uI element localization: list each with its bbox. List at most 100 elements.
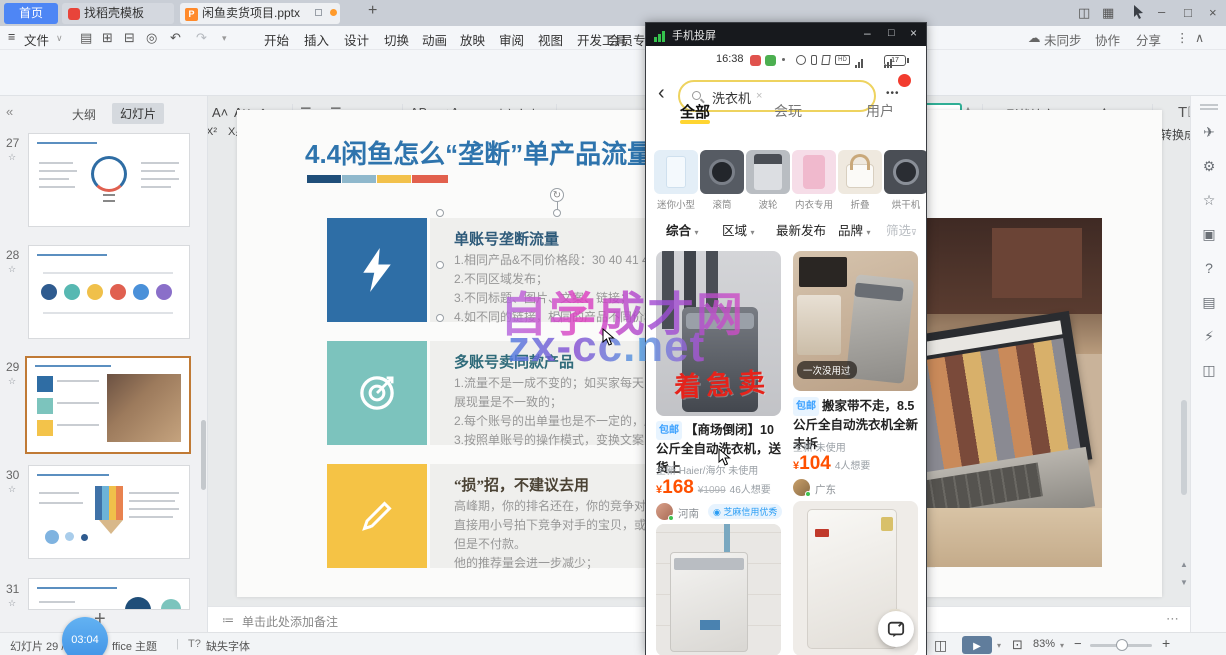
menu-view[interactable]: 视图 [538, 30, 563, 49]
increase-font-icon[interactable]: A˄ [212, 105, 228, 120]
collapse-ribbon-icon[interactable]: ∧ [1195, 30, 1204, 45]
seller-1-avatar[interactable] [656, 503, 673, 520]
more-commands-icon[interactable]: ▾ [222, 33, 227, 44]
notes-placeholder[interactable]: 单击此处添加备注 [242, 613, 338, 630]
chat-fab[interactable] [878, 611, 914, 647]
rail-handle[interactable] [1200, 104, 1218, 106]
phone-minimize-icon[interactable]: – [864, 26, 871, 40]
hamburger-icon[interactable]: ≡ [8, 30, 15, 44]
section3-icon-square[interactable] [327, 464, 427, 568]
sync-status[interactable]: 未同步 [1044, 30, 1082, 49]
next-slide-icon[interactable]: ▼ [1180, 578, 1188, 587]
window-restore-icon[interactable]: □ [1184, 5, 1192, 20]
slide-thumbnail-27[interactable] [28, 133, 190, 227]
notes-more-icon[interactable]: ⋯ [1166, 611, 1179, 627]
product-card-2[interactable]: 一次没用过 包邮搬家带不走，8.5公斤全自动洗衣机全新未拆 全新 未使用 ¥10… [793, 251, 918, 655]
redo-icon[interactable]: ↷ [196, 30, 207, 46]
category-drum[interactable]: 滚筒 [700, 150, 744, 211]
new-tab-button[interactable]: + [368, 2, 377, 20]
share-button[interactable]: 分享 [1136, 30, 1161, 49]
missing-font-warning[interactable]: 缺失字体 [206, 638, 250, 654]
tab-slides[interactable]: 幻灯片 [112, 103, 164, 124]
result-tab-fun[interactable]: 会玩 [774, 101, 802, 121]
category-pulsator[interactable]: 波轮 [746, 150, 790, 211]
category-folding[interactable]: 折叠 [838, 150, 882, 211]
grid-view-icon[interactable]: ▦ [1102, 5, 1114, 21]
filter-region[interactable]: 区域 ▾ [722, 220, 755, 239]
result-tab-users[interactable]: 用户 [866, 101, 894, 121]
slide-thumbnail-31[interactable] [28, 578, 190, 610]
fullscreen-icon[interactable]: ⊡ [1012, 637, 1023, 653]
more-options-icon[interactable]: ••• [886, 88, 900, 99]
selection-handle[interactable] [436, 209, 444, 217]
collab-button[interactable]: 协作 [1095, 30, 1120, 49]
tab-outline[interactable]: 大纲 [72, 106, 96, 123]
zoom-options-icon[interactable]: ▾ [1060, 641, 1064, 650]
home-tab[interactable]: 首页 [4, 3, 58, 24]
category-dryer[interactable]: 烘干机 [884, 150, 926, 211]
tab-close-icon[interactable] [315, 9, 322, 16]
zoom-in-icon[interactable]: + [1162, 635, 1170, 651]
effects-tool-icon[interactable]: ☆ [1191, 192, 1226, 209]
menu-start[interactable]: 开始 [264, 30, 289, 49]
zoom-level[interactable]: 83% [1033, 638, 1055, 650]
image-tool-icon[interactable]: ▤ [1191, 294, 1226, 311]
slide-title[interactable]: 4.4闲鱼怎么“垄断”单产品流量 [305, 134, 653, 171]
export-icon[interactable]: ⊞ [102, 30, 113, 46]
save-icon[interactable]: ▤ [80, 30, 92, 46]
split-view-icon[interactable]: ◫ [1078, 5, 1090, 21]
play-options-icon[interactable]: ▾ [997, 641, 1001, 650]
panel-scrollbar[interactable] [201, 420, 206, 490]
tab-docer[interactable]: 找稻壳模板 [62, 3, 174, 24]
slide-thumbnail-28[interactable] [28, 245, 190, 339]
section1-icon-square[interactable] [327, 218, 427, 322]
menu-animation[interactable]: 动画 [422, 30, 447, 49]
recording-timer-bubble[interactable]: 03:04 [62, 617, 108, 655]
rotate-handle[interactable]: ↻ [550, 188, 564, 202]
collapse-panel-icon[interactable]: « [6, 104, 13, 119]
phone-maximize-icon[interactable]: □ [888, 27, 895, 39]
window-close-icon[interactable]: × [1209, 5, 1217, 20]
category-mini[interactable]: 迷你小型 [654, 150, 698, 211]
print-icon[interactable]: ⊟ [124, 30, 135, 46]
rocket-tool-icon[interactable]: ✈ [1191, 124, 1226, 141]
section2-icon-square[interactable] [327, 341, 427, 445]
product-2-image[interactable]: 一次没用过 [793, 251, 918, 391]
undo-icon[interactable]: ↶ [170, 30, 181, 46]
selection-handle[interactable] [436, 261, 444, 269]
prev-slide-icon[interactable]: ▲ [1180, 560, 1188, 569]
flash-tool-icon[interactable]: ⚡ [1191, 328, 1226, 345]
menu-slideshow[interactable]: 放映 [460, 30, 485, 49]
window-minimize-icon[interactable]: – [1158, 4, 1165, 19]
product-3-image[interactable] [656, 524, 781, 655]
reference-tool-icon[interactable]: ◫ [1191, 362, 1226, 379]
menu-insert[interactable]: 插入 [304, 30, 329, 49]
layers-tool-icon[interactable]: ▣ [1191, 226, 1226, 243]
slide-thumbnail-30[interactable] [28, 465, 190, 559]
settings-tool-icon[interactable]: ⚙ [1191, 158, 1226, 175]
zoom-slider[interactable] [1090, 644, 1152, 647]
preview-icon[interactable]: ◎ [146, 30, 157, 46]
play-slideshow-button[interactable]: ▶ [962, 636, 992, 654]
slide-thumbnail-29-selected[interactable] [25, 356, 191, 454]
more-menu-icon[interactable]: ⋮ [1176, 30, 1189, 45]
zoom-slider-knob[interactable] [1116, 639, 1128, 651]
slide-scrollbar[interactable] [1181, 400, 1187, 495]
selection-handle[interactable] [436, 314, 444, 322]
menu-design[interactable]: 设计 [344, 30, 369, 49]
help-tool-icon[interactable]: ? [1191, 260, 1226, 276]
result-tab-all[interactable]: 全部 [680, 101, 710, 122]
filter-brand[interactable]: 品牌 ▾ [838, 220, 871, 239]
filter-sort[interactable]: 综合 ▾ [666, 220, 699, 239]
seller-2-avatar[interactable] [793, 479, 810, 496]
menu-review[interactable]: 审阅 [499, 30, 524, 49]
filter-newest[interactable]: 最新发布 [776, 220, 826, 239]
reading-view-icon[interactable]: ◫ [934, 637, 947, 654]
back-icon[interactable]: ‹ [658, 82, 665, 105]
theme-name[interactable]: ffice 主题 [112, 638, 157, 654]
search-query[interactable]: 洗衣机 [712, 88, 751, 107]
zoom-out-icon[interactable]: − [1074, 636, 1082, 651]
phone-window-titlebar[interactable]: 手机投屏 – □ × [646, 23, 926, 46]
filter-more[interactable]: 筛选⊽ [886, 220, 917, 239]
menu-transition[interactable]: 切换 [384, 30, 409, 49]
